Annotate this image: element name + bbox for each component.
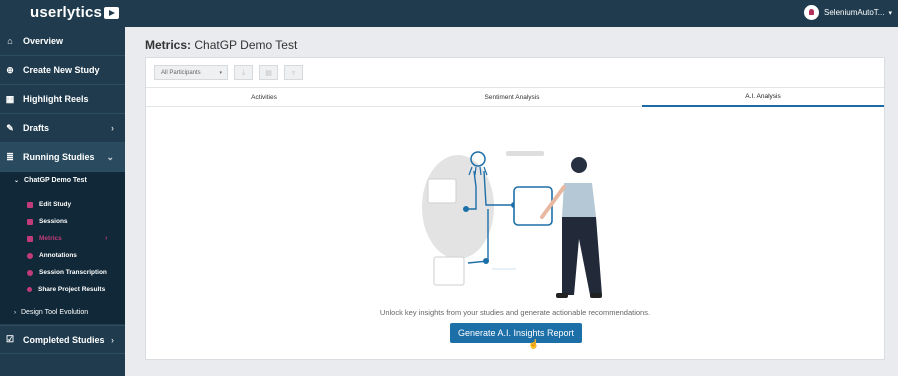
page-title-study: ChatGP Demo Test: [194, 38, 298, 52]
subitem-label: Sessions: [39, 218, 68, 225]
sidebar-item-label: Overview: [23, 36, 64, 46]
pencil-icon: [27, 201, 33, 208]
person-shoe: [590, 293, 602, 298]
share-icon: [27, 287, 32, 292]
sidebar-item-highlight-reels[interactable]: ▦ Highlight Reels: [0, 85, 125, 114]
subitem-label: Share Project Results: [38, 286, 106, 293]
generate-ai-insights-button[interactable]: Generate A.I. Insights Report: [450, 323, 582, 343]
sidebar-subitem-sessions[interactable]: Sessions: [27, 218, 68, 225]
top-bar: userlytics SeleniumAutoT... ▾: [0, 0, 898, 27]
download-icon: ⤓: [241, 68, 246, 76]
sidebar-item-label: Drafts: [23, 123, 50, 133]
chevron-down-icon: ⌄: [106, 151, 114, 162]
logo-text: userlytics: [30, 4, 103, 21]
film-icon: ▦: [5, 93, 15, 104]
mouse-cursor-icon: ☝: [528, 339, 540, 349]
study-name: ChatGP Demo Test: [24, 177, 87, 184]
subitem-label: Edit Study: [39, 201, 72, 208]
illustration-card-bottom: [433, 256, 465, 286]
study-design-tool-evolution[interactable]: › Design Tool Evolution: [14, 309, 88, 316]
tab-label: Sentiment Analysis: [484, 94, 540, 101]
gear-icon: [27, 252, 33, 259]
participants-select-value: All Participants: [161, 69, 201, 76]
filter-button[interactable]: ▿: [284, 65, 303, 80]
check-square-icon: ☑: [5, 334, 15, 344]
home-icon: ⌂: [7, 36, 13, 46]
avatar: [804, 5, 819, 20]
tab-activities[interactable]: Activities: [146, 88, 382, 107]
sidebar-subitem-share-project-results[interactable]: Share Project Results: [27, 286, 105, 293]
download-button[interactable]: ⤓: [234, 65, 253, 80]
chevron-right-icon: ›: [14, 309, 16, 316]
person-head: [571, 157, 587, 173]
illustration-bar-top: [506, 151, 544, 156]
sidebar-subitem-session-transcription[interactable]: Session Transcription: [27, 269, 107, 276]
chevron-down-icon: ▾: [219, 69, 222, 76]
subitem-label: Annotations: [39, 252, 77, 259]
subitem-label: Session Transcription: [39, 269, 107, 276]
sidebar-item-create-new-study[interactable]: ⊕ Create New Study: [0, 56, 125, 85]
play-icon: [104, 6, 120, 19]
running-studies-panel: ⌄ ChatGP Demo Test Edit Study Sessions M…: [0, 172, 125, 324]
sidebar-item-completed-studies[interactable]: ☑ Completed Studies ›: [0, 325, 125, 354]
user-menu[interactable]: SeleniumAutoT... ▾: [804, 5, 892, 20]
user-name: SeleniumAutoT...: [824, 8, 885, 17]
tab-label: A.I. Analysis: [745, 93, 781, 100]
page-title: Metrics: ChatGP Demo Test: [145, 38, 297, 52]
node-dot: [463, 206, 469, 212]
sidebar-item-label: Create New Study: [23, 65, 100, 75]
list-icon: ≣: [6, 151, 14, 162]
chevron-right-icon: ›: [105, 235, 108, 242]
node-dot: [483, 258, 489, 264]
sidebar: ⌂ Overview ⊕ Create New Study ▦ Highligh…: [0, 27, 125, 376]
sidebar-item-running-studies[interactable]: ≣ Running Studies ⌄: [0, 143, 125, 172]
userlytics-logo[interactable]: userlytics: [30, 4, 120, 21]
chevron-down-icon: ▾: [888, 9, 892, 17]
sidebar-item-drafts[interactable]: ✎ Drafts ›: [0, 114, 125, 143]
table-icon: ▤: [265, 69, 272, 77]
export-button[interactable]: ▤: [259, 65, 278, 80]
video-icon: [27, 218, 33, 225]
study-chatgp-demo-test[interactable]: ⌄ ChatGP Demo Test: [14, 177, 87, 184]
sidebar-subitem-annotations[interactable]: Annotations: [27, 252, 77, 259]
tab-label: Activities: [251, 94, 277, 101]
chat-icon: [27, 269, 33, 276]
study-name: Design Tool Evolution: [21, 309, 89, 316]
person-torso: [562, 183, 596, 217]
filter-icon: ▿: [291, 69, 296, 77]
tab-ai-analysis[interactable]: A.I. Analysis: [642, 88, 884, 107]
sidebar-item-overview[interactable]: ⌂ Overview: [0, 27, 125, 56]
metrics-tabs: Activities Sentiment Analysis A.I. Analy…: [146, 87, 884, 107]
metrics-card: All Participants ▾ ⤓ ▤ ▿ Activities Sent…: [145, 57, 885, 360]
illustration-selected-card: [513, 186, 553, 226]
chevron-right-icon: ›: [111, 334, 114, 345]
person-shoe: [556, 293, 568, 298]
sidebar-item-label: Completed Studies: [23, 334, 105, 345]
chevron-down-icon: ⌄: [14, 178, 20, 184]
chevron-right-icon: ›: [111, 123, 114, 133]
tab-sentiment-analysis[interactable]: Sentiment Analysis: [382, 88, 642, 107]
toolbar: All Participants ▾ ⤓ ▤ ▿: [154, 65, 303, 80]
illustration-blob: [422, 155, 494, 259]
sidebar-subitem-edit-study[interactable]: Edit Study: [27, 201, 71, 208]
sidebar-item-label: Running Studies: [23, 152, 95, 162]
bar-chart-icon: [27, 235, 33, 242]
sidebar-item-label: Highlight Reels: [23, 94, 89, 104]
sidebar-subitem-metrics[interactable]: Metrics ›: [27, 235, 107, 242]
illustration-card-left: [427, 178, 457, 204]
subitem-label: Metrics: [39, 235, 62, 242]
ai-analysis-illustration: [422, 151, 602, 298]
participants-select[interactable]: All Participants ▾: [154, 65, 228, 80]
person-legs: [562, 217, 602, 295]
ai-analysis-description: Unlock key insights from your studies an…: [379, 308, 651, 317]
plus-circle-icon: ⊕: [6, 64, 14, 75]
edit-icon: ✎: [6, 122, 14, 133]
page-title-prefix: Metrics:: [145, 38, 192, 52]
